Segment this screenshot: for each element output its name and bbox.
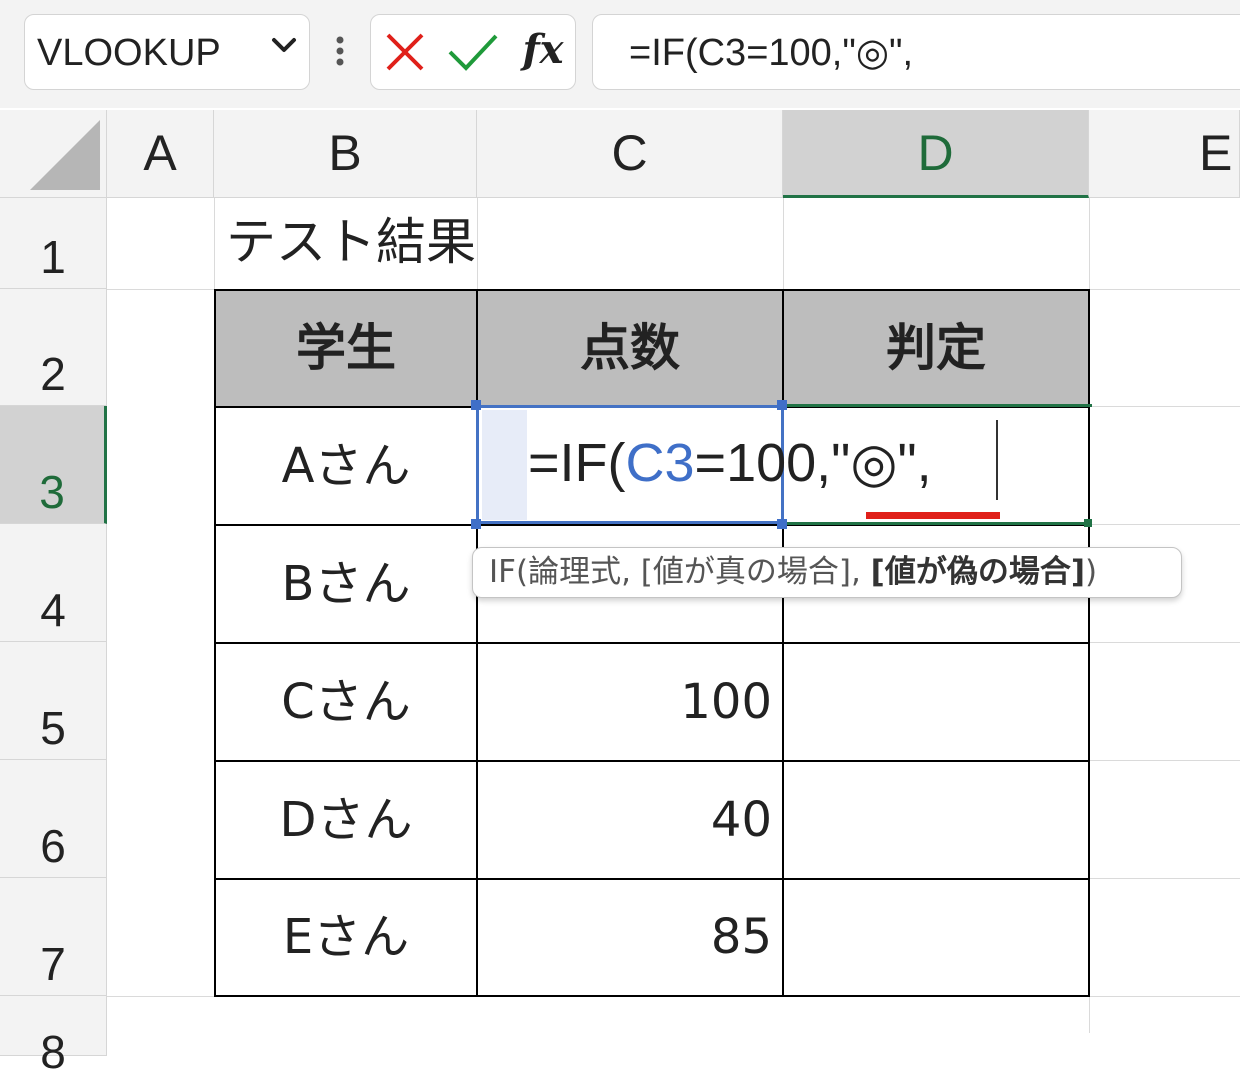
row-header-6[interactable]: 6	[0, 760, 107, 878]
gridline	[477, 198, 478, 289]
row-header-2[interactable]: 2	[0, 289, 107, 406]
enter-check-icon[interactable]	[446, 28, 500, 76]
fill-handle[interactable]	[1084, 519, 1092, 527]
student-cell[interactable]: Bさん	[214, 524, 478, 644]
table-header-score[interactable]: 点数	[476, 289, 784, 408]
select-all-triangle-icon	[30, 120, 100, 190]
chevron-down-icon[interactable]	[270, 36, 298, 54]
table-header-judgement[interactable]: 判定	[782, 289, 1090, 408]
column-header-b[interactable]: B	[214, 110, 477, 198]
row-header-1[interactable]: 1	[0, 198, 107, 289]
score-cell[interactable]: 100	[476, 642, 784, 762]
student-cell[interactable]: Aさん	[214, 406, 478, 526]
student-cell[interactable]: Dさん	[214, 760, 478, 880]
formula-input[interactable]: =IF(C3=100,"◎",	[592, 14, 1240, 90]
gridline	[1089, 642, 1240, 643]
row-header-7[interactable]: 7	[0, 878, 107, 996]
table-header-student[interactable]: 学生	[214, 289, 478, 408]
fx-icon[interactable]: fx	[518, 20, 568, 80]
selection-handle[interactable]	[471, 400, 481, 410]
row-header-8[interactable]: 8	[0, 996, 107, 1075]
column-header-d[interactable]: D	[783, 110, 1089, 198]
gridline	[783, 198, 784, 289]
student-cell[interactable]: Eさん	[214, 878, 478, 997]
function-arguments-tooltip[interactable]: IF(論理式, [値が真の場合], [値が偽の場合])	[472, 547, 1182, 598]
edit-cell-formula: =IF(C3=100,"◎",	[528, 433, 932, 493]
judgement-cell[interactable]	[782, 878, 1090, 997]
column-header-c[interactable]: C	[477, 110, 783, 198]
gridline	[214, 198, 215, 289]
column-header-a[interactable]: A	[107, 110, 214, 198]
formula-bar: VLOOKUP fx =IF(C3=100,"◎",	[0, 0, 1240, 108]
name-box[interactable]: VLOOKUP	[24, 14, 310, 90]
selection-handle[interactable]	[471, 519, 481, 529]
row-header-5[interactable]: 5	[0, 642, 107, 760]
sheet-title-cell[interactable]: テスト結果	[226, 212, 476, 272]
row-header-4[interactable]: 4	[0, 524, 107, 642]
error-underline	[866, 512, 1000, 519]
student-cell[interactable]: Cさん	[214, 642, 478, 762]
gridline	[1089, 760, 1240, 761]
judgement-cell[interactable]	[782, 760, 1090, 880]
more-vertical-icon[interactable]	[333, 36, 347, 70]
edit-cell-reference: C3	[625, 433, 695, 493]
column-header-e[interactable]: E	[1089, 110, 1240, 198]
d3-border	[784, 404, 1092, 407]
gridline	[1089, 406, 1240, 407]
cancel-x-icon[interactable]	[381, 28, 429, 76]
current-argument: [値が偽の場合]	[870, 554, 1086, 590]
reference-highlight	[482, 410, 527, 520]
score-cell[interactable]: 85	[476, 878, 784, 997]
selection-handle[interactable]	[777, 400, 787, 410]
select-all-corner[interactable]	[0, 110, 107, 198]
row-header-3[interactable]: 3	[0, 406, 107, 524]
score-cell[interactable]: 40	[476, 760, 784, 880]
gridline	[1089, 878, 1240, 879]
selection-handle[interactable]	[777, 519, 787, 529]
formula-text: =IF(C3=100,"◎",	[629, 32, 914, 74]
name-box-value: VLOOKUP	[37, 32, 221, 74]
d3-border	[784, 522, 1092, 525]
gridline	[1089, 524, 1240, 525]
text-caret	[996, 420, 998, 500]
judgement-cell[interactable]	[782, 642, 1090, 762]
